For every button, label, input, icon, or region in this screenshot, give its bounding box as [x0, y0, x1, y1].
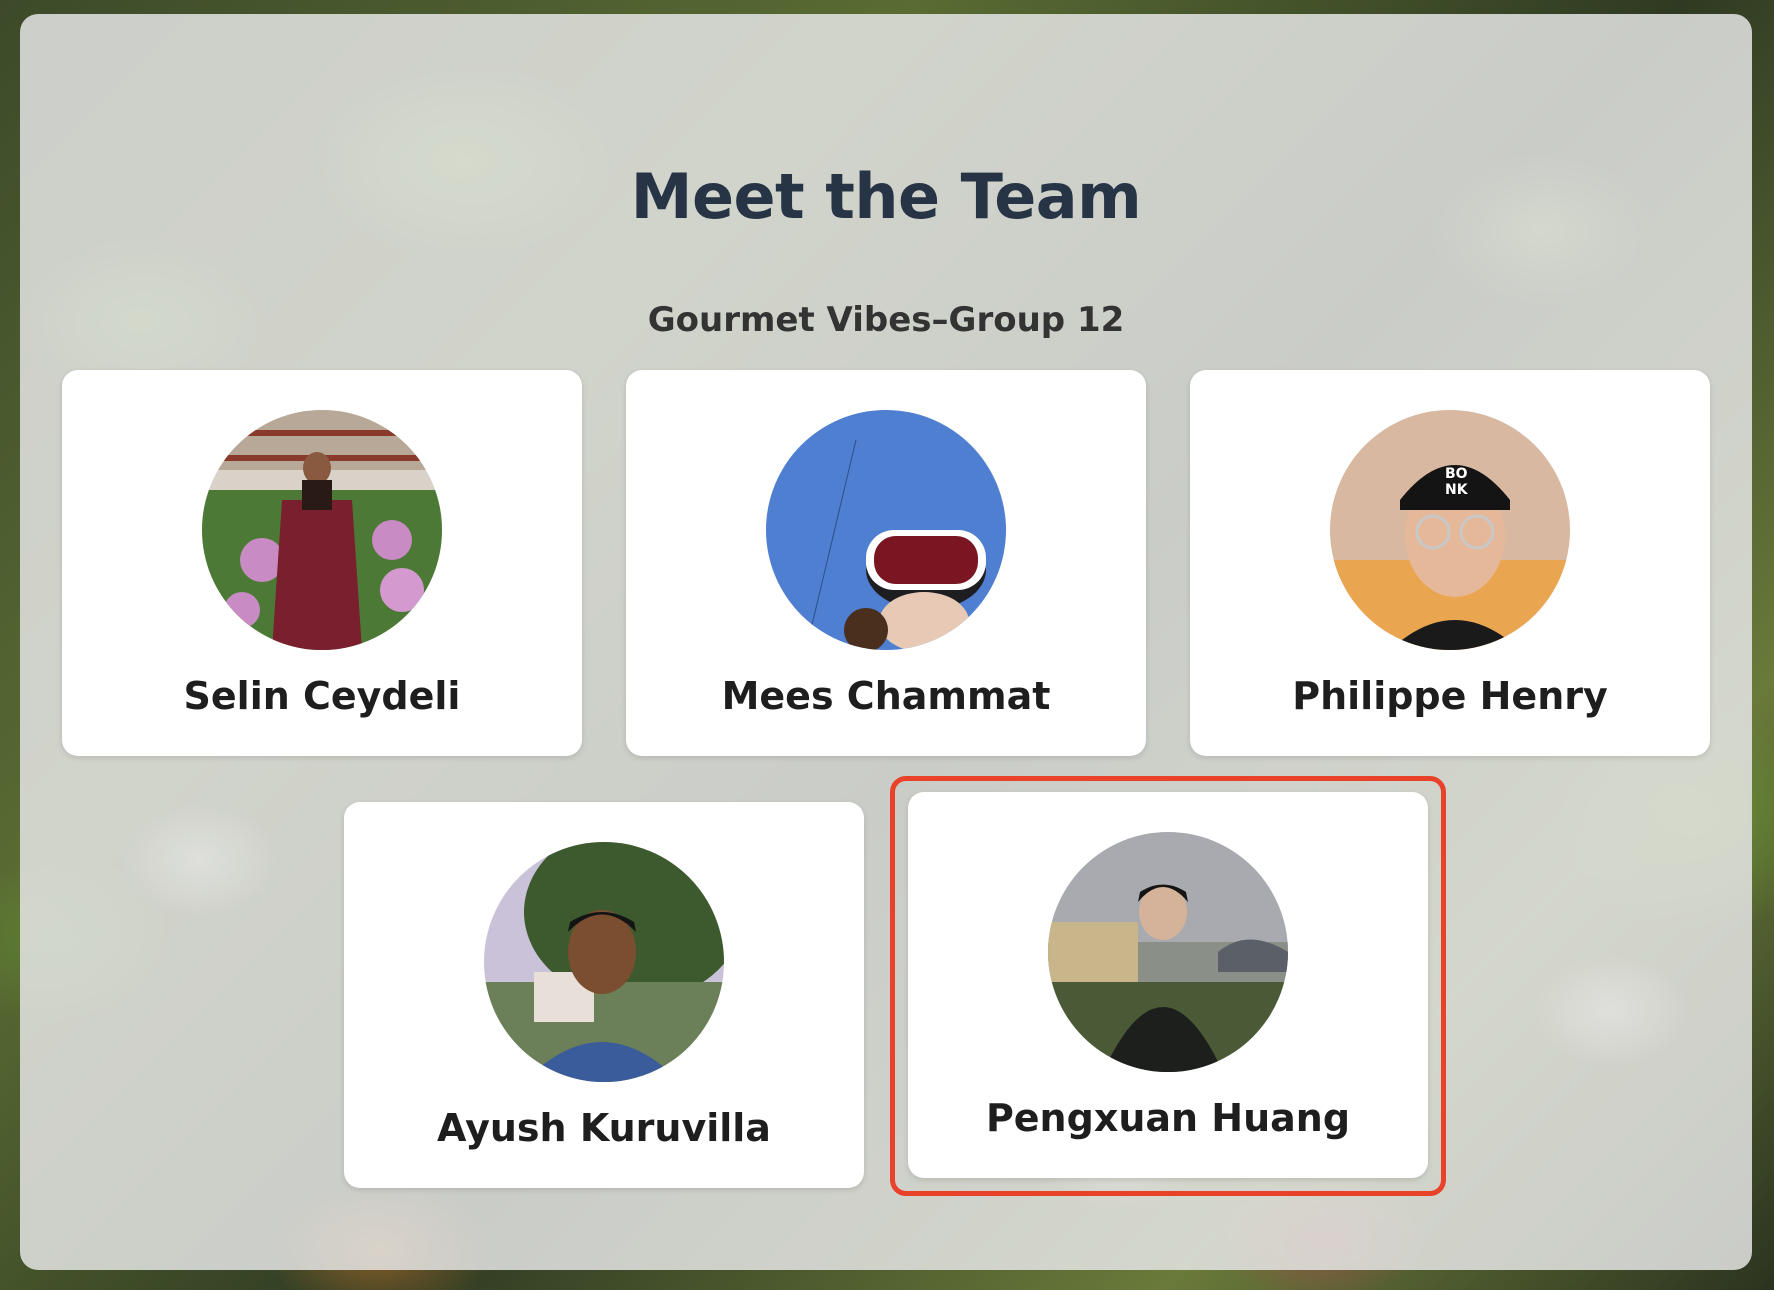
team-card-philippe[interactable]: BO NK Philippe Henry — [1190, 370, 1710, 756]
svg-text:BO: BO — [1445, 466, 1468, 482]
member-name: Ayush Kuruvilla — [437, 1106, 771, 1150]
member-name: Mees Chammat — [721, 674, 1051, 718]
team-card-ayush[interactable]: Ayush Kuruvilla — [344, 802, 864, 1188]
team-card-mees[interactable]: Mees Chammat — [626, 370, 1146, 756]
member-name: Selin Ceydeli — [183, 674, 461, 718]
team-card-selin[interactable]: Selin Ceydeli — [62, 370, 582, 756]
selection-highlight-frame — [890, 776, 1446, 1196]
avatar — [766, 410, 1006, 650]
svg-text:NK: NK — [1445, 482, 1469, 498]
avatar: BO NK — [1330, 410, 1570, 650]
page-subtitle: Gourmet Vibes–Group 12 — [647, 300, 1125, 340]
page-title: Meet the Team — [630, 160, 1142, 233]
member-name: Philippe Henry — [1292, 674, 1608, 718]
avatar — [484, 842, 724, 1082]
avatar — [202, 410, 442, 650]
